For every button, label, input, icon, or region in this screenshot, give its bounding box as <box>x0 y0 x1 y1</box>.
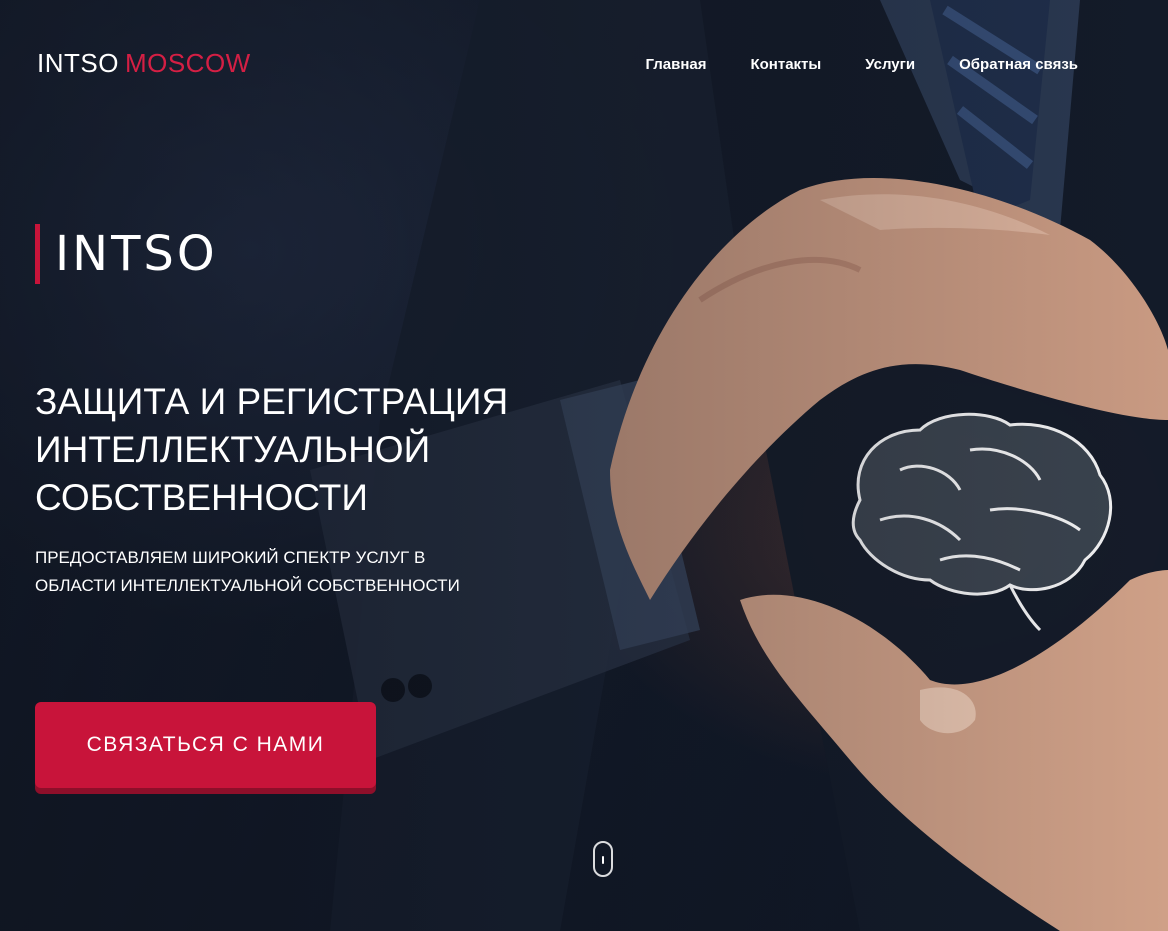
main-navigation: Главная Контакты Услуги Обратная связь <box>645 55 1078 75</box>
logo-text-primary: INTSO <box>37 48 119 78</box>
mouse-scroll-icon[interactable] <box>593 841 613 877</box>
site-logo[interactable]: INTSO MOSCOW <box>37 47 251 79</box>
hero-headline-line: ИНТЕЛЛЕКТУАЛЬНОЙ <box>35 429 431 470</box>
hero-headline: ЗАЩИТА И РЕГИСТРАЦИЯ ИНТЕЛЛЕКТУАЛЬНОЙ СО… <box>35 378 595 522</box>
hero-headline-line: ЗАЩИТА И РЕГИСТРАЦИЯ <box>35 381 509 422</box>
hero-subheadline-line: ПРЕДОСТАВЛЯЕМ ШИРОКИЙ СПЕКТР УСЛУГ В <box>35 548 426 567</box>
nav-item-contacts[interactable]: Контакты <box>750 55 821 75</box>
scroll-wheel-dot <box>602 856 604 864</box>
nav-item-home[interactable]: Главная <box>645 55 706 75</box>
nav-item-feedback[interactable]: Обратная связь <box>959 55 1078 75</box>
nav-item-services[interactable]: Услуги <box>865 55 915 75</box>
hero-headline-line: СОБСТВЕННОСТИ <box>35 477 368 518</box>
hero-brand-title: INTSO <box>55 226 218 282</box>
contact-us-button[interactable]: СВЯЗАТЬСЯ С НАМИ <box>35 702 376 788</box>
logo-text-accent: MOSCOW <box>124 48 251 78</box>
hero-subheadline-line: ОБЛАСТИ ИНТЕЛЛЕКТУАЛЬНОЙ СОБСТВЕННОСТИ <box>35 576 460 595</box>
brand-accent-bar <box>35 224 40 284</box>
hero-subheadline: ПРЕДОСТАВЛЯЕМ ШИРОКИЙ СПЕКТР УСЛУГ В ОБЛ… <box>35 544 515 600</box>
